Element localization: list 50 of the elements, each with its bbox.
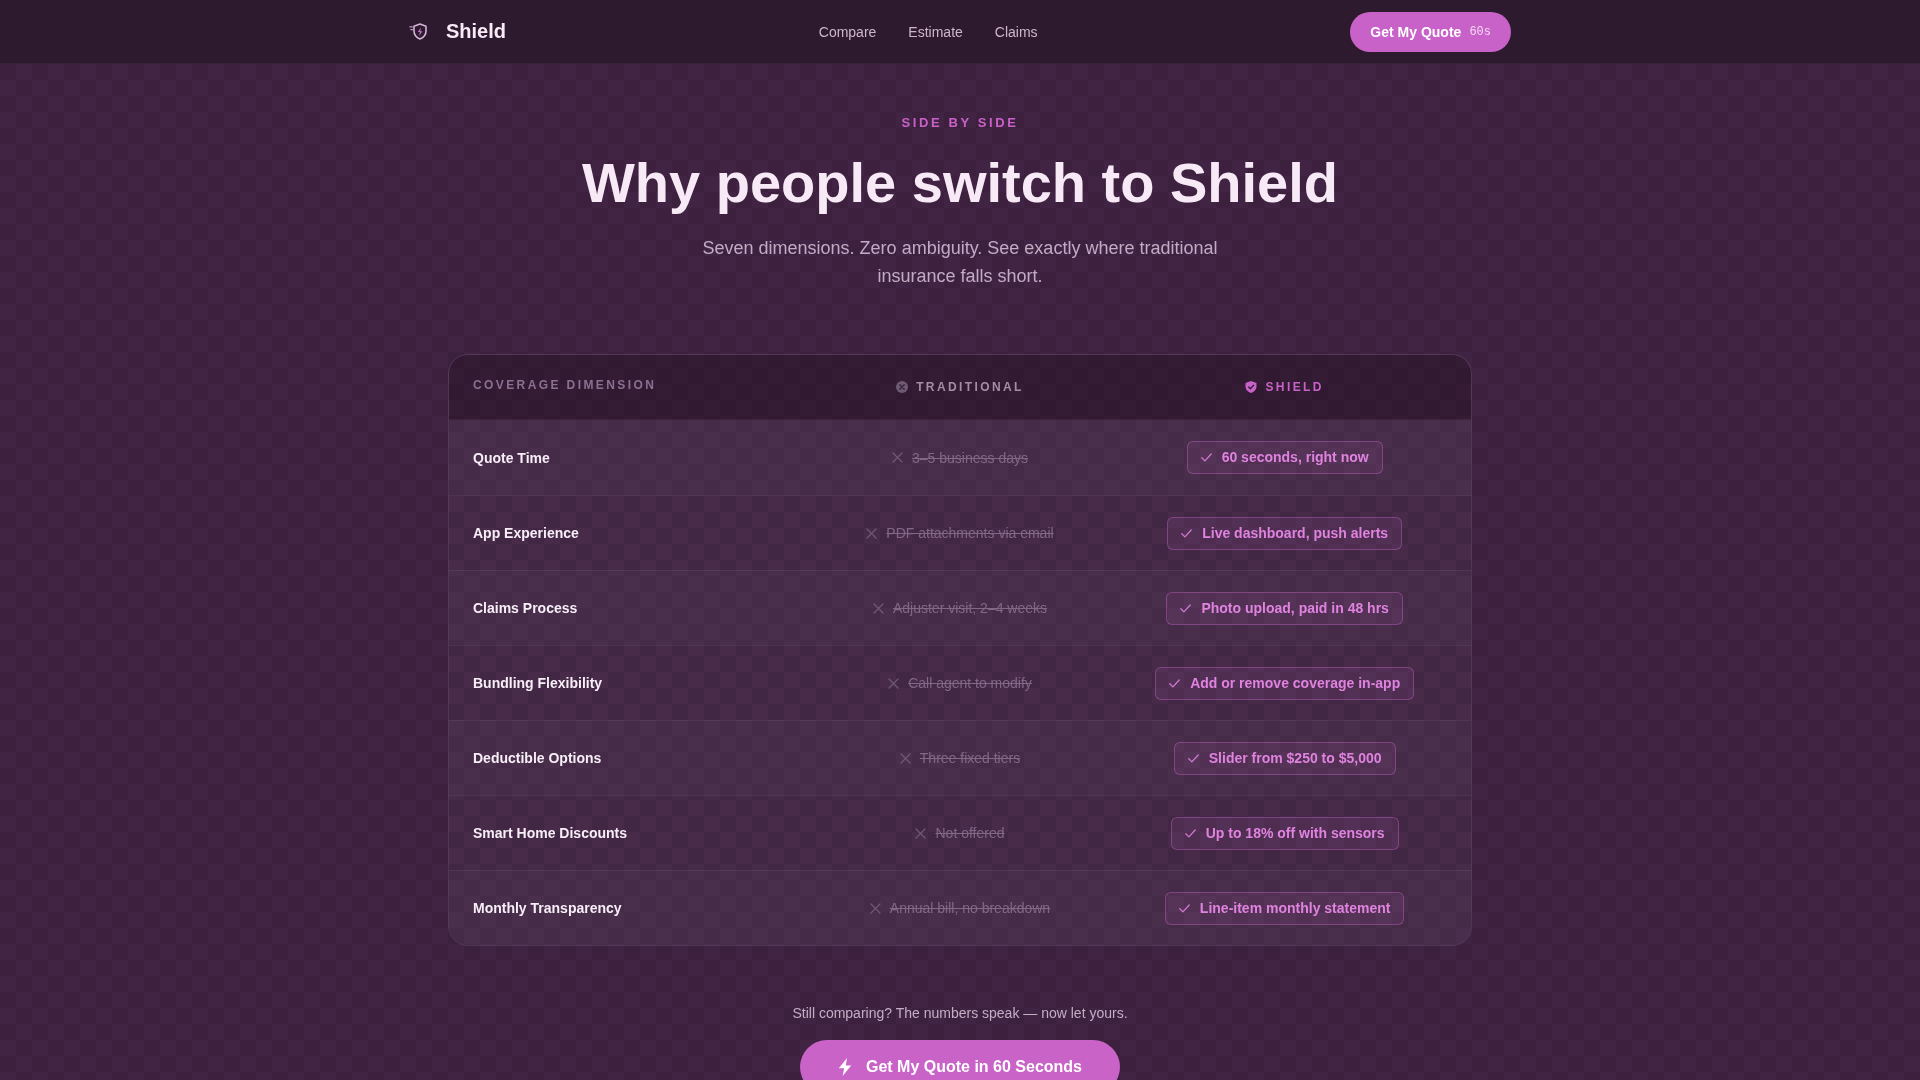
cross-icon	[892, 452, 903, 463]
cross-icon	[869, 902, 881, 914]
traditional-value: Call agent to modify	[908, 675, 1032, 691]
benefit-text: Up to 18% off with sensors	[1205, 824, 1385, 842]
check-icon	[1184, 827, 1196, 839]
cross-icon	[872, 602, 884, 614]
lightning-bolt-icon	[837, 1058, 852, 1076]
page-title: Why people switch to Shield	[580, 152, 1340, 214]
traditional-value: Annual bill, no breakdown	[889, 900, 1051, 916]
benefit-text: Photo upload, paid in 48 hrs	[1201, 599, 1389, 617]
traditional-value: 3–5 business days	[912, 449, 1028, 466]
check-icon	[1200, 452, 1212, 463]
traditional-value: Adjuster visit, 2–4 weeks	[892, 600, 1048, 616]
shield-bolt-icon	[409, 21, 429, 42]
cross-icon	[915, 827, 927, 839]
dimension-label: Claims Process	[473, 600, 578, 616]
traditional-value: PDF attachments via email	[886, 525, 1054, 541]
check-icon	[1181, 527, 1193, 539]
dimension-label: Quote Time	[473, 449, 550, 466]
benefit-text: Line-item monthly statement	[1199, 899, 1391, 917]
column-header: SHIELD	[1265, 380, 1324, 394]
check-icon	[1180, 602, 1192, 614]
column-header: COVERAGE DIMENSION	[473, 378, 657, 392]
section-eyebrow: SIDE BY SIDE	[901, 115, 1019, 130]
check-icon	[1169, 677, 1181, 689]
column-header: TRADITIONAL	[916, 380, 1024, 394]
shield-check-icon	[1245, 381, 1258, 393]
nav-link[interactable]: Estimate	[908, 23, 963, 40]
circle-x-icon	[896, 381, 909, 393]
dimension-label: Bundling Flexibility	[473, 675, 603, 691]
benefit-text: Slider from $250 to $5,000	[1208, 749, 1382, 767]
check-icon	[1178, 902, 1190, 914]
traditional-value: Three fixed tiers	[919, 750, 1021, 766]
benefit-text: Live dashboard, push alerts	[1202, 524, 1389, 542]
cross-icon	[866, 527, 878, 539]
nav-link[interactable]: Claims	[994, 23, 1038, 40]
cross-icon	[888, 677, 900, 689]
brand-name[interactable]: Shield	[446, 20, 506, 43]
traditional-value: Not offered	[935, 825, 1005, 841]
page-subtitle: Seven dimensions. Zero ambiguity. See exactly where traditional insurance falls short.	[701, 237, 1219, 288]
dimension-label: App Experience	[473, 525, 579, 541]
cta-prompt: Still comparing? The numbers speak — now let yours.	[792, 1004, 1128, 1023]
dimension-label: Smart Home Discounts	[473, 825, 628, 841]
benefit-text: Add or remove coverage in-app	[1190, 674, 1401, 692]
check-icon	[1187, 752, 1199, 764]
cross-icon	[899, 752, 911, 764]
benefit-text: 60 seconds, right now	[1221, 449, 1369, 466]
dimension-label: Monthly Transparency	[473, 900, 622, 916]
nav-link[interactable]: Compare	[818, 23, 877, 40]
dimension-label: Deductible Options	[473, 750, 602, 766]
